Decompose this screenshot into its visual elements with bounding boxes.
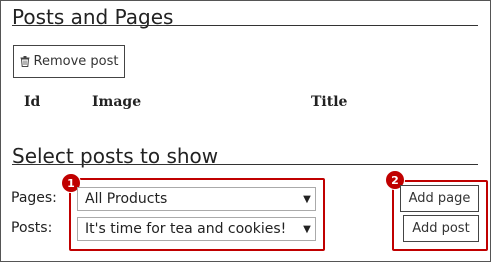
column-header-image: Image	[92, 94, 142, 110]
trash-icon	[20, 56, 30, 67]
posts-select-value: It's time for tea and cookies!	[85, 221, 287, 237]
column-header-title: Title	[311, 94, 348, 110]
remove-post-label: Remove post	[33, 54, 119, 69]
column-header-id: Id	[24, 94, 41, 110]
pages-select[interactable]: All Products ▼	[77, 187, 316, 211]
select-heading-underline	[12, 164, 478, 165]
pages-label: Pages:	[11, 190, 57, 206]
pages-select-value: All Products	[85, 191, 168, 207]
posts-select[interactable]: It's time for tea and cookies! ▼	[77, 217, 316, 241]
posts-label: Posts:	[11, 220, 53, 236]
chevron-down-icon: ▼	[303, 193, 311, 205]
add-page-button[interactable]: Add page	[400, 185, 479, 212]
chevron-down-icon: ▼	[303, 223, 311, 235]
add-post-button[interactable]: Add post	[403, 215, 479, 242]
heading-underline	[12, 25, 478, 26]
remove-post-button[interactable]: Remove post	[13, 45, 125, 78]
